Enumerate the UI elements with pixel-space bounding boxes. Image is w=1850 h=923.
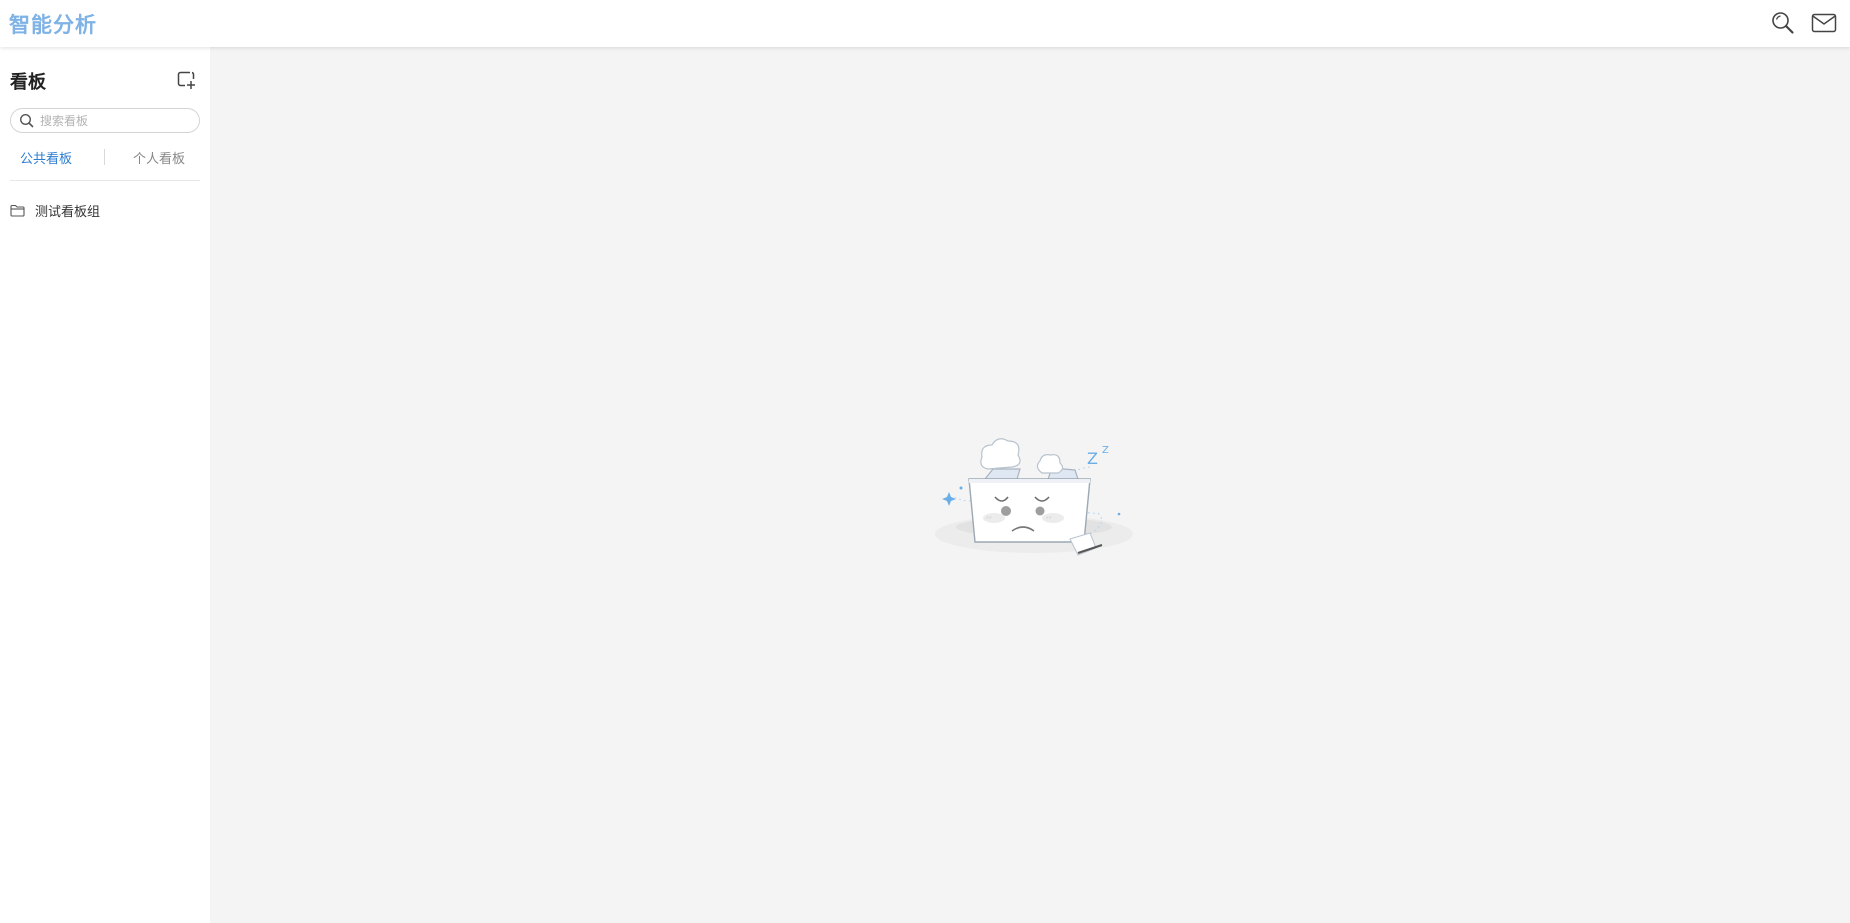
- top-bar: 智能分析: [0, 0, 1850, 47]
- board-search-box[interactable]: [10, 108, 200, 133]
- board-search-input[interactable]: [40, 112, 190, 129]
- board-tabs: 公共看板 个人看板: [0, 148, 210, 180]
- search-icon[interactable]: [1770, 10, 1796, 36]
- svg-text:Z: Z: [1087, 449, 1098, 468]
- sidebar-title: 看板: [10, 72, 46, 93]
- search-icon: [19, 113, 34, 128]
- app-title: 智能分析: [9, 12, 97, 37]
- svg-text:Z: Z: [1102, 445, 1109, 456]
- board-group-item[interactable]: 测试看板组: [10, 200, 100, 220]
- empty-box-sleeping-illustration: Z Z ᐟᐟ ᐟᐟ: [935, 438, 1133, 556]
- svg-text:ᐟᐟ: ᐟᐟ: [986, 515, 992, 523]
- svg-text:ᐟᐟ: ᐟᐟ: [1046, 515, 1052, 523]
- add-board-icon[interactable]: [175, 69, 197, 91]
- main-content: Z Z ᐟᐟ ᐟᐟ: [210, 47, 1850, 923]
- folder-icon: [10, 204, 25, 217]
- tab-personal-boards[interactable]: 个人看板: [133, 148, 185, 167]
- board-group-label: 测试看板组: [35, 204, 101, 220]
- mail-icon[interactable]: [1811, 10, 1837, 36]
- tab-public-boards[interactable]: 公共看板: [20, 148, 72, 167]
- divider: [10, 180, 200, 181]
- sidebar: 看板 公共看板 个人看板 测试看板组: [0, 47, 210, 923]
- tab-divider: [104, 149, 105, 165]
